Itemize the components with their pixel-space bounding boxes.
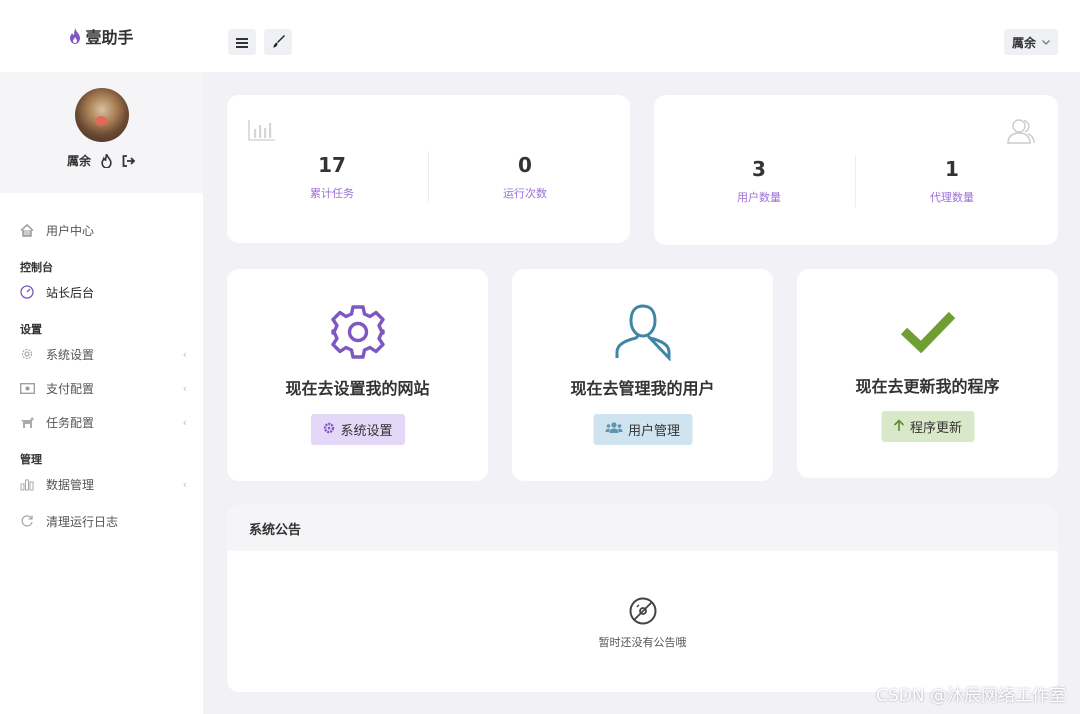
program-update-card: 现在去更新我的程序 程序更新 (797, 269, 1058, 478)
sidebar-item-data-manage[interactable]: 数据管理 ‹ (0, 467, 203, 501)
stat-value: 1 (945, 157, 959, 181)
task-stats-card: 17 累计任务 0 运行次数 (227, 95, 630, 243)
flame-icon[interactable] (101, 153, 112, 168)
sidebar-nav: 用户中心 控制台 站长后台 设置 系统设置 ‹ 支付配置 ‹ 任务配置 ‹ 管理… (0, 193, 203, 541)
sidebar: 厲余 用户中心 控制台 站长后台 设置 系统设置 ‹ 支付配置 ‹ 任务配置 ‹… (0, 72, 203, 714)
brand[interactable]: 壹助手 (0, 0, 203, 72)
button-label: 系统设置 (340, 424, 393, 439)
sidebar-item-task-config[interactable]: 任务配置 ‹ (0, 405, 203, 439)
empty-text: 暂时还没有公告哦 (598, 636, 687, 649)
bar-chart-icon (20, 478, 38, 491)
sidebar-item-label: 支付配置 (46, 381, 95, 396)
user-icon (512, 303, 773, 361)
stat-value: 0 (518, 153, 532, 177)
sidebar-item-label: 用户中心 (46, 223, 95, 238)
user-manage-card: 现在去管理我的用户 用户管理 (512, 269, 773, 481)
watermark: CSDN @沐辰网络工作室 (876, 686, 1066, 706)
button-label: 程序更新 (909, 421, 963, 436)
stat-total-tasks: 17 累计任务 (232, 153, 432, 201)
section-heading-manage: 管理 (20, 453, 42, 466)
profile-name[interactable]: 厲余 (67, 152, 91, 169)
money-icon (20, 382, 38, 394)
users-icon (604, 422, 622, 437)
panel-title: 系统公告 (227, 505, 1058, 551)
chevron-down-icon (1042, 39, 1050, 45)
arrow-up-icon (893, 418, 904, 435)
gear-icon (227, 303, 488, 361)
chevron-left-icon: ‹ (182, 381, 187, 395)
user-stats-card: 3 用户数量 1 代理数量 (654, 95, 1058, 245)
chevron-left-icon: ‹ (182, 415, 187, 429)
card-title: 现在去设置我的网站 (285, 379, 430, 398)
dog-icon (20, 416, 38, 429)
chevron-left-icon: ‹ (182, 347, 187, 361)
announcement-panel: 系统公告 暂时还没有公告哦 (227, 505, 1058, 692)
chevron-left-icon: ‹ (182, 477, 187, 491)
card-title: 现在去管理我的用户 (570, 379, 715, 398)
stat-value: 3 (752, 157, 766, 181)
sidebar-item-clean-logs[interactable]: 清理运行日志 (0, 501, 203, 541)
sidebar-item-user-center[interactable]: 用户中心 (0, 213, 203, 247)
section-heading-console: 控制台 (20, 261, 53, 274)
sidebar-item-payment-config[interactable]: 支付配置 ‹ (0, 371, 203, 405)
hamburger-icon (236, 33, 248, 52)
dashboard-gauge-icon (20, 285, 38, 299)
home-icon (20, 223, 38, 237)
disc-icon (629, 597, 657, 628)
stat-label: 代理数量 (930, 191, 974, 204)
users-icon (1006, 117, 1036, 149)
stat-label: 运行次数 (503, 187, 547, 200)
system-settings-button[interactable]: 系统设置 (310, 414, 405, 445)
stat-label: 用户数量 (737, 191, 781, 204)
brush-icon (272, 33, 285, 52)
top-bar: 壹助手 厲余 (0, 0, 1080, 72)
sidebar-item-label: 站长后台 (46, 285, 95, 300)
card-title: 现在去更新我的程序 (855, 377, 1000, 396)
user-manage-button[interactable]: 用户管理 (592, 414, 693, 445)
refresh-icon (20, 514, 38, 528)
bar-chart-icon (248, 119, 276, 145)
avatar[interactable] (74, 88, 129, 142)
sidebar-item-admin-backend[interactable]: 站长后台 (0, 275, 203, 309)
stat-run-count: 0 运行次数 (425, 153, 625, 201)
button-label: 用户管理 (627, 424, 681, 439)
stat-value: 17 (318, 153, 346, 177)
sidebar-item-label: 清理运行日志 (46, 514, 119, 529)
sidebar-item-label: 系统设置 (46, 347, 95, 362)
brand-name: 壹助手 (85, 28, 134, 47)
gear-icon (20, 347, 38, 361)
gear-icon (322, 422, 334, 438)
menu-toggle-button[interactable] (228, 29, 256, 55)
stat-label: 累计任务 (310, 187, 354, 200)
sidebar-item-label: 任务配置 (46, 415, 95, 430)
theme-button[interactable] (264, 29, 292, 55)
stat-user-count: 3 用户数量 (659, 157, 859, 205)
site-settings-card: 现在去设置我的网站 系统设置 (227, 269, 488, 481)
logout-icon[interactable] (122, 154, 136, 167)
sidebar-item-system-settings[interactable]: 系统设置 ‹ (0, 337, 203, 371)
profile-panel: 厲余 (0, 72, 203, 193)
flame-icon (69, 28, 81, 44)
user-dropdown-name: 厲余 (1011, 35, 1036, 50)
empty-state: 暂时还没有公告哦 (227, 597, 1058, 650)
checkmark-icon (797, 309, 1058, 353)
stat-agent-count: 1 代理数量 (852, 157, 1052, 205)
user-dropdown[interactable]: 厲余 (1003, 29, 1058, 55)
sidebar-item-label: 数据管理 (46, 477, 95, 492)
section-heading-settings: 设置 (20, 323, 42, 336)
program-update-button[interactable]: 程序更新 (880, 411, 975, 442)
